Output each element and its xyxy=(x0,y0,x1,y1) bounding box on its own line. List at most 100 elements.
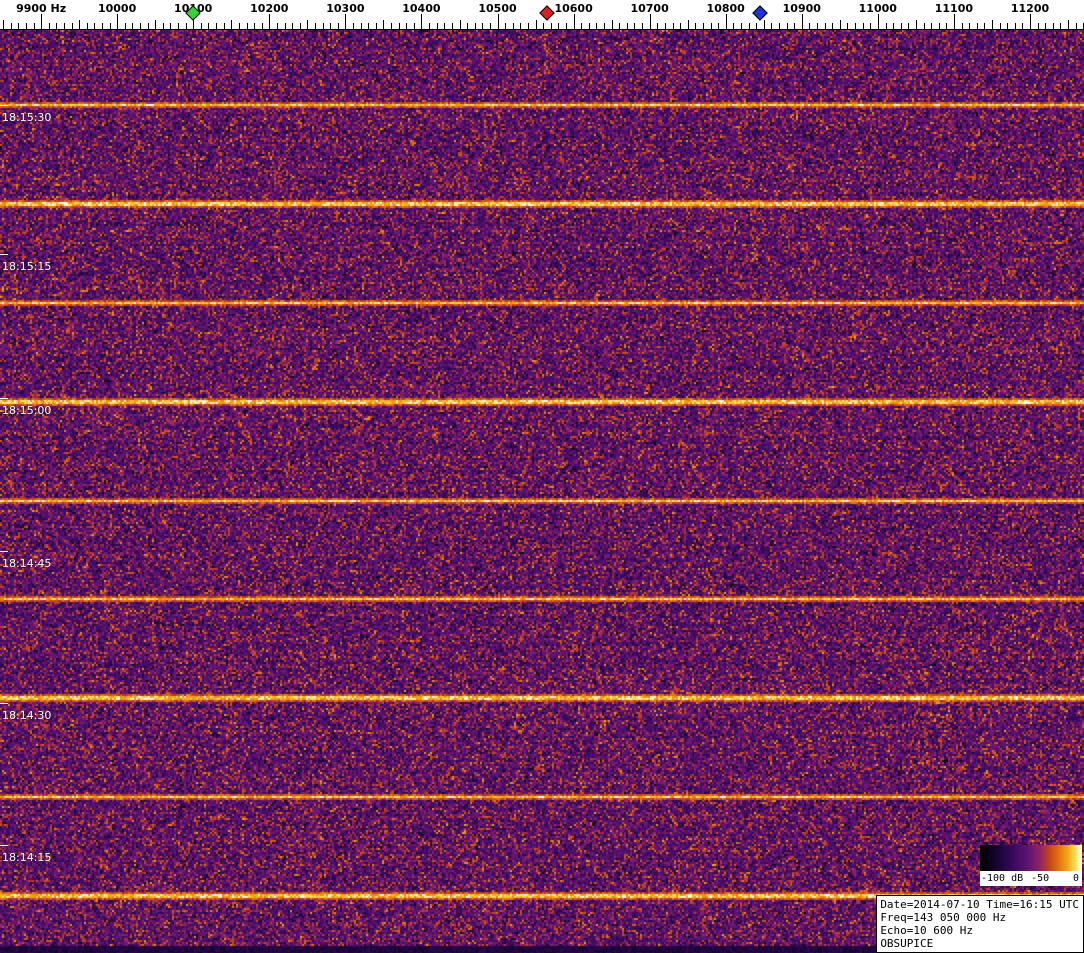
freq-tick xyxy=(566,23,567,29)
freq-tick xyxy=(86,23,88,29)
freq-tick xyxy=(664,23,666,29)
freq-tick xyxy=(855,23,856,29)
freq-tick xyxy=(1030,14,1031,29)
info-echo: Echo=10 600 Hz xyxy=(880,924,974,937)
freq-tick xyxy=(550,23,552,29)
freq-tick xyxy=(672,23,674,29)
freq-tick xyxy=(71,23,73,29)
freq-tick xyxy=(246,23,248,29)
freq-label: 10300 xyxy=(326,2,365,15)
freq-tick xyxy=(1052,23,1054,29)
freq-tick xyxy=(41,14,43,29)
freq-tick xyxy=(619,23,621,29)
freq-tick xyxy=(946,23,948,29)
freq-tick xyxy=(170,23,172,29)
freq-tick xyxy=(18,23,20,29)
freq-tick xyxy=(649,14,651,29)
freq-tick xyxy=(512,23,514,29)
freq-tick xyxy=(1014,23,1016,29)
freq-tick xyxy=(337,23,339,29)
freq-tick xyxy=(642,23,643,29)
freq-tick xyxy=(299,23,301,29)
freq-tick xyxy=(953,14,955,29)
colorbar-mid-label: -50 xyxy=(1031,873,1050,884)
freq-tick xyxy=(482,23,484,29)
freq-label: 10500 xyxy=(478,2,517,15)
freq-tick xyxy=(421,14,423,29)
freq-tick xyxy=(391,23,392,29)
marker-diamond-blue[interactable] xyxy=(752,5,768,21)
freq-tick xyxy=(1045,23,1047,29)
freq-tick xyxy=(786,23,788,29)
freq-tick xyxy=(1022,23,1024,29)
freq-tick xyxy=(999,23,1001,29)
freq-tick xyxy=(238,23,240,29)
freq-tick xyxy=(254,23,256,29)
freq-tick xyxy=(695,23,697,29)
freq-tick xyxy=(733,23,735,29)
freq-tick xyxy=(984,23,986,29)
freq-label: 9900 Hz xyxy=(16,2,67,15)
freq-tick xyxy=(581,23,583,29)
freq-tick xyxy=(1007,23,1009,29)
freq-tick xyxy=(1068,20,1069,29)
info-frequency: Freq=143 050 000 Hz xyxy=(880,911,1007,924)
freq-tick xyxy=(527,23,529,29)
freq-tick xyxy=(915,20,917,29)
freq-tick xyxy=(451,23,453,29)
freq-tick xyxy=(375,23,377,29)
freq-label: 10600 xyxy=(554,2,593,15)
freq-tick xyxy=(725,14,727,29)
colorbar-max-label: 0 xyxy=(1072,873,1079,884)
freq-tick xyxy=(208,23,210,29)
freq-tick xyxy=(216,23,217,29)
frequency-axis[interactable]: 9900 Hz100001010010200103001040010500106… xyxy=(0,0,1084,30)
freq-tick xyxy=(276,23,278,29)
freq-tick xyxy=(1075,23,1077,29)
freq-label: 11200 xyxy=(1010,2,1050,15)
freq-tick xyxy=(763,20,765,29)
freq-tick xyxy=(748,23,750,29)
freq-tick xyxy=(931,23,933,29)
freq-tick xyxy=(140,23,141,29)
freq-label: 11000 xyxy=(858,2,897,15)
freq-tick xyxy=(10,23,12,29)
freq-tick xyxy=(56,23,58,29)
freq-label: 10400 xyxy=(402,2,441,15)
freq-tick xyxy=(109,23,111,29)
freq-tick xyxy=(801,14,803,29)
freq-tick xyxy=(847,23,849,29)
freq-tick xyxy=(558,23,560,29)
freq-tick xyxy=(79,20,81,29)
freq-tick xyxy=(429,23,430,29)
freq-tick xyxy=(200,23,202,29)
freq-tick xyxy=(413,23,415,29)
freq-tick xyxy=(3,20,4,29)
freq-tick xyxy=(459,20,461,29)
freq-tick xyxy=(824,23,826,29)
freq-tick xyxy=(261,23,263,29)
freq-tick xyxy=(1037,23,1039,29)
colorbar-min-label: -100 dB xyxy=(981,873,1024,884)
info-observatory: OBSUPICE xyxy=(880,937,934,950)
freq-tick xyxy=(885,23,887,29)
freq-tick xyxy=(923,23,925,29)
freq-tick xyxy=(231,20,233,29)
freq-tick xyxy=(817,23,818,29)
freq-tick xyxy=(740,23,742,29)
freq-tick xyxy=(147,23,149,29)
spectrogram-window: 9900 Hz100001010010200103001040010500106… xyxy=(0,0,1084,953)
freq-tick xyxy=(687,20,689,29)
freq-tick xyxy=(474,23,476,29)
marker-diamond-red[interactable] xyxy=(539,5,555,21)
freq-tick xyxy=(862,23,864,29)
spectrogram-canvas[interactable] xyxy=(0,30,1084,953)
freq-tick xyxy=(223,23,225,29)
freq-tick xyxy=(307,20,309,29)
freq-tick xyxy=(505,23,507,29)
freq-tick xyxy=(626,23,628,29)
freq-tick xyxy=(444,23,446,29)
freq-tick xyxy=(33,23,35,29)
freq-tick xyxy=(657,23,659,29)
freq-tick xyxy=(718,23,720,29)
